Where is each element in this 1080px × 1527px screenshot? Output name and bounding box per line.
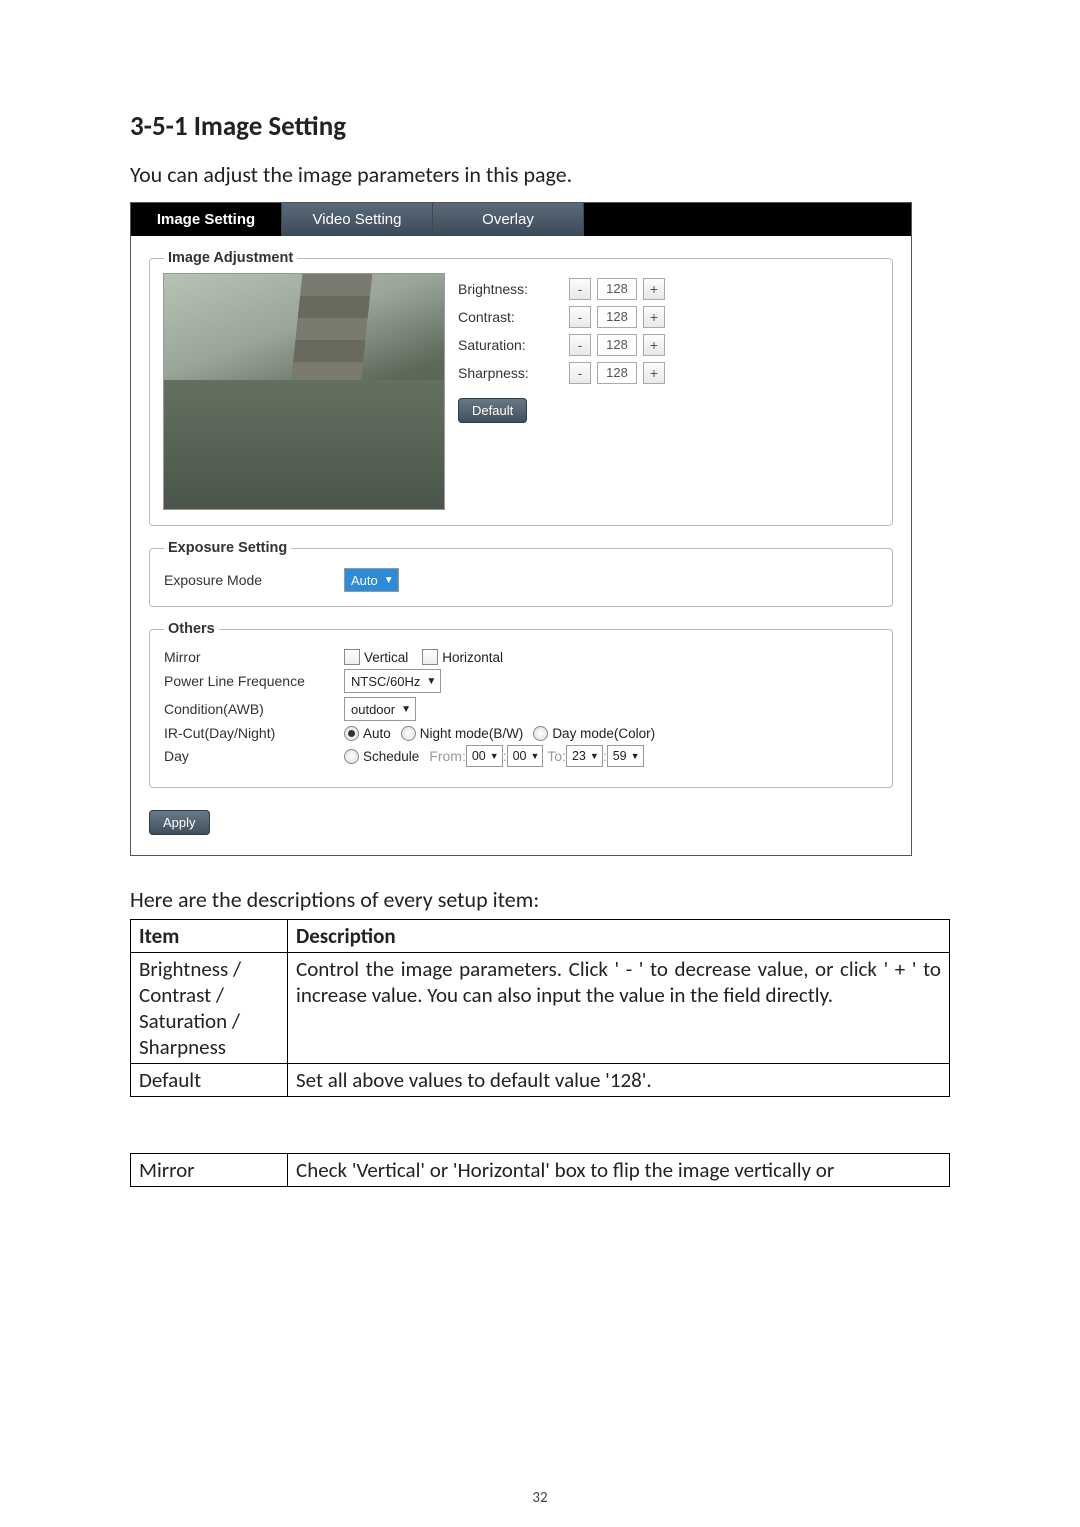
power-freq-label: Power Line Frequence xyxy=(164,673,344,689)
saturation-plus-button[interactable]: + xyxy=(643,334,665,356)
contrast-value-input[interactable]: 128 xyxy=(597,306,637,328)
cell-description: Check 'Vertical' or 'Horizontal' box to … xyxy=(288,1154,950,1187)
chevron-down-icon: ▼ xyxy=(384,575,394,586)
descriptions-intro: Here are the descriptions of every setup… xyxy=(130,886,950,913)
checkbox-icon xyxy=(344,649,360,665)
schedule-to-min-value: 59 xyxy=(613,749,627,763)
mirror-label: Mirror xyxy=(164,649,344,665)
apply-button[interactable]: Apply xyxy=(149,810,210,835)
exposure-setting-group: Exposure Setting Exposure Mode Auto ▼ xyxy=(149,540,893,607)
brightness-label: Brightness: xyxy=(458,281,563,297)
ircut-auto-label: Auto xyxy=(363,726,391,741)
schedule-to-label: To: xyxy=(547,748,566,764)
mirror-vertical-checkbox[interactable]: Vertical xyxy=(344,649,408,665)
cell-description: Control the image parameters. Click ' - … xyxy=(288,953,950,1064)
cell-description: Set all above values to default value '1… xyxy=(288,1064,950,1097)
radio-on-icon xyxy=(344,726,359,741)
cell-item: Default xyxy=(131,1064,288,1097)
schedule-from-hour-select[interactable]: 00 ▼ xyxy=(466,745,503,767)
ircut-day-label: Day mode(Color) xyxy=(552,726,655,741)
mirror-vertical-label: Vertical xyxy=(364,650,408,665)
sharpness-label: Sharpness: xyxy=(458,365,563,381)
saturation-row: Saturation: - 128 + xyxy=(458,334,878,356)
ircut-schedule-radio[interactable]: Schedule xyxy=(344,749,419,764)
schedule-to-min-select[interactable]: 59 ▼ xyxy=(607,745,644,767)
tab-video-setting[interactable]: Video Setting xyxy=(282,203,433,236)
mirror-horizontal-checkbox[interactable]: Horizontal xyxy=(422,649,503,665)
ircut-night-radio[interactable]: Night mode(B/W) xyxy=(401,726,524,741)
table-row: Brightness / Contrast / Saturation / Sha… xyxy=(131,953,950,1064)
table-header-row: Item Description xyxy=(131,920,950,953)
sharpness-minus-button[interactable]: - xyxy=(569,362,591,384)
chevron-down-icon: ▼ xyxy=(490,751,499,761)
ircut-day-radio[interactable]: Day mode(Color) xyxy=(533,726,655,741)
checkbox-icon xyxy=(422,649,438,665)
awb-value: outdoor xyxy=(351,702,395,717)
ircut-night-label: Night mode(B/W) xyxy=(420,726,524,741)
tab-image-setting[interactable]: Image Setting xyxy=(131,203,282,236)
schedule-label: Schedule xyxy=(363,749,419,764)
contrast-label: Contrast: xyxy=(458,309,563,325)
tab-bar: Image Setting Video Setting Overlay xyxy=(131,203,911,236)
saturation-value-input[interactable]: 128 xyxy=(597,334,637,356)
intro-paragraph: You can adjust the image parameters in t… xyxy=(130,161,950,188)
others-legend: Others xyxy=(164,621,219,637)
sharpness-row: Sharpness: - 128 + xyxy=(458,362,878,384)
exposure-mode-value: Auto xyxy=(351,573,378,588)
exposure-mode-label: Exposure Mode xyxy=(164,572,344,588)
image-adjustment-group: Image Adjustment Brightness: - 128 + Con… xyxy=(149,250,893,526)
page-number: 32 xyxy=(0,1489,1080,1507)
settings-panel: Image Setting Video Setting Overlay Imag… xyxy=(130,202,912,856)
radio-off-icon xyxy=(533,726,548,741)
contrast-minus-button[interactable]: - xyxy=(569,306,591,328)
exposure-setting-legend: Exposure Setting xyxy=(164,540,291,556)
descriptions-table-continued: Mirror Check 'Vertical' or 'Horizontal' … xyxy=(130,1153,950,1187)
chevron-down-icon: ▼ xyxy=(631,751,640,761)
others-group: Others Mirror Vertical Horizontal Power … xyxy=(149,621,893,788)
image-adjustment-legend: Image Adjustment xyxy=(164,250,297,266)
header-description: Description xyxy=(288,920,950,953)
schedule-to-hour-value: 23 xyxy=(572,749,586,763)
radio-off-icon xyxy=(344,749,359,764)
brightness-row: Brightness: - 128 + xyxy=(458,278,878,300)
contrast-plus-button[interactable]: + xyxy=(643,306,665,328)
chevron-down-icon: ▼ xyxy=(426,676,436,687)
exposure-mode-select[interactable]: Auto ▼ xyxy=(344,568,399,592)
schedule-from-hour-value: 00 xyxy=(472,749,486,763)
brightness-minus-button[interactable]: - xyxy=(569,278,591,300)
brightness-value-input[interactable]: 128 xyxy=(597,278,637,300)
brightness-plus-button[interactable]: + xyxy=(643,278,665,300)
day-label: Day xyxy=(164,748,344,764)
awb-select[interactable]: outdoor ▼ xyxy=(344,697,416,721)
mirror-horizontal-label: Horizontal xyxy=(442,650,503,665)
cell-item: Mirror xyxy=(131,1154,288,1187)
saturation-minus-button[interactable]: - xyxy=(569,334,591,356)
page-title: 3-5-1 Image Setting xyxy=(130,110,950,143)
table-row: Mirror Check 'Vertical' or 'Horizontal' … xyxy=(131,1154,950,1187)
schedule-from-min-select[interactable]: 00 ▼ xyxy=(507,745,544,767)
ircut-auto-radio[interactable]: Auto xyxy=(344,726,391,741)
sharpness-plus-button[interactable]: + xyxy=(643,362,665,384)
descriptions-table: Item Description Brightness / Contrast /… xyxy=(130,919,950,1097)
chevron-down-icon: ▼ xyxy=(401,704,411,715)
power-freq-value: NTSC/60Hz xyxy=(351,674,420,689)
chevron-down-icon: ▼ xyxy=(530,751,539,761)
radio-off-icon xyxy=(401,726,416,741)
sharpness-value-input[interactable]: 128 xyxy=(597,362,637,384)
schedule-to-hour-select[interactable]: 23 ▼ xyxy=(566,745,603,767)
video-preview xyxy=(164,274,444,509)
power-freq-select[interactable]: NTSC/60Hz ▼ xyxy=(344,669,441,693)
awb-label: Condition(AWB) xyxy=(164,701,344,717)
saturation-label: Saturation: xyxy=(458,337,563,353)
default-button[interactable]: Default xyxy=(458,398,527,423)
cell-item: Brightness / Contrast / Saturation / Sha… xyxy=(131,953,288,1064)
contrast-row: Contrast: - 128 + xyxy=(458,306,878,328)
schedule-from-label: From: xyxy=(429,748,466,764)
table-row: Default Set all above values to default … xyxy=(131,1064,950,1097)
chevron-down-icon: ▼ xyxy=(590,751,599,761)
ircut-label: IR-Cut(Day/Night) xyxy=(164,725,344,741)
schedule-from-min-value: 00 xyxy=(513,749,527,763)
tab-overlay[interactable]: Overlay xyxy=(433,203,584,236)
header-item: Item xyxy=(131,920,288,953)
